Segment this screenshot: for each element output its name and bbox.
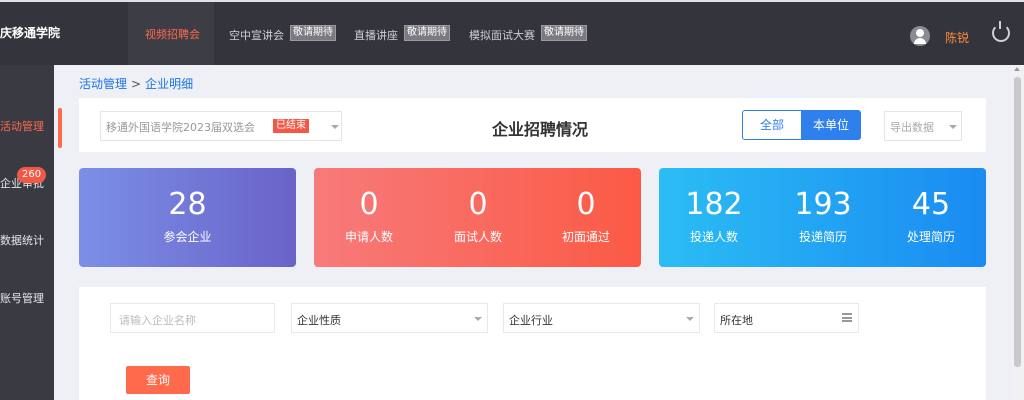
- nav-tab-video-recruitment[interactable]: 视频招聘会: [128, 2, 214, 65]
- company-nature-value: 企业性质: [297, 314, 341, 327]
- company-industry-value: 企业行业: [509, 314, 553, 327]
- stat-label: 申请人数: [344, 230, 393, 244]
- stat-item: 182 投递人数: [669, 188, 759, 245]
- stat-label: 投递人数: [689, 230, 738, 244]
- stat-card-interviews: 0 申请人数 0 面试人数 0 初面通过: [314, 168, 641, 267]
- chevron-down-icon: [686, 317, 694, 321]
- username[interactable]: 陈锐: [945, 29, 969, 46]
- nav-tab-label: 视频招聘会: [145, 28, 200, 41]
- chevron-down-icon: [474, 317, 482, 321]
- query-button[interactable]: 查询: [126, 366, 190, 394]
- stat-card-companies: 28 参会企业: [79, 168, 296, 267]
- scope-unit-button[interactable]: 本单位: [801, 110, 861, 140]
- location-value: 所在地: [720, 314, 753, 327]
- stat-item: 0 面试人数: [433, 188, 523, 245]
- export-select[interactable]: 导出数据: [884, 111, 962, 141]
- breadcrumb: 活动管理 > 企业明细: [79, 75, 193, 92]
- stat-value: 193: [794, 187, 852, 222]
- scrollbar[interactable]: [1011, 65, 1024, 400]
- stat-value: 0: [576, 187, 596, 222]
- stat-value: 0: [359, 187, 379, 222]
- coming-soon-badge: 敬请期待: [541, 25, 587, 41]
- company-industry-select[interactable]: 企业行业: [503, 303, 700, 333]
- stat-label: 参会企业: [163, 230, 212, 244]
- nav-tab-air-presentation[interactable]: 空中宣讲会: [229, 27, 284, 43]
- stat-label: 面试人数: [453, 230, 502, 244]
- stat-item: 193 投递简历: [778, 188, 868, 245]
- breadcrumb-current: 企业明细: [145, 77, 194, 91]
- scrollbar-thumb[interactable]: [1014, 77, 1021, 367]
- sidebar-active-indicator: [58, 108, 62, 148]
- stat-value: 45: [911, 187, 951, 222]
- stat-item: 0 申请人数: [324, 188, 414, 245]
- stat-card-resumes: 182 投递人数 193 投递简历 45 处理简历: [659, 168, 986, 267]
- list-icon: [842, 313, 852, 322]
- coming-soon-badge: 敬请期待: [404, 25, 450, 41]
- stat-item: 0 初面通过: [541, 188, 631, 245]
- breadcrumb-parent[interactable]: 活动管理: [79, 77, 127, 91]
- chevron-down-icon: [331, 125, 339, 129]
- stat-value: 0: [468, 187, 488, 222]
- sidebar-item-statistics[interactable]: 数据统计: [0, 221, 54, 261]
- sidebar-item-activity[interactable]: 活动管理: [0, 107, 54, 147]
- stat-label: 初面通过: [561, 230, 610, 244]
- nav-tab-live-lecture[interactable]: 直播讲座: [354, 27, 398, 43]
- stat-label: 投递简历: [798, 230, 847, 244]
- stat-value: 28: [168, 187, 207, 222]
- app-title: 庆移通学院: [0, 26, 61, 40]
- status-badge: 已结束: [273, 119, 309, 133]
- sidebar-item-account[interactable]: 账号管理: [0, 279, 54, 319]
- page-title: 企业招聘情况: [492, 120, 589, 139]
- chevron-down-icon: [949, 125, 957, 129]
- event-select-value: 移通外国语学院2023届双选会: [106, 121, 255, 134]
- avatar-icon[interactable]: [910, 26, 930, 46]
- company-name-input[interactable]: 请输入企业名称: [110, 303, 275, 333]
- stat-item: 45 处理简历: [886, 188, 976, 245]
- notification-count-badge: 260: [17, 167, 47, 183]
- nav-tab-mock-interview[interactable]: 模拟面试大赛: [469, 27, 535, 43]
- stat-label: 处理简历: [906, 230, 955, 244]
- power-icon[interactable]: [992, 21, 1010, 42]
- stat-item: 28 参会企业: [79, 188, 296, 245]
- scroll-up-arrow-icon[interactable]: [1014, 67, 1020, 71]
- location-select[interactable]: 所在地: [714, 303, 859, 333]
- company-nature-select[interactable]: 企业性质: [291, 303, 488, 333]
- breadcrumb-separator: >: [131, 77, 142, 91]
- top-navigation-bar: 庆移通学院 视频招聘会 空中宣讲会 敬请期待 直播讲座 敬请期待 模拟面试大赛 …: [0, 2, 1024, 65]
- coming-soon-badge: 敬请期待: [290, 25, 336, 41]
- stat-value: 182: [685, 187, 743, 222]
- export-label: 导出数据: [890, 121, 934, 134]
- scope-all-button[interactable]: 全部: [742, 110, 802, 140]
- event-select[interactable]: 移通外国语学院2023届双选会 已结束: [100, 111, 342, 141]
- company-name-placeholder: 请输入企业名称: [119, 314, 196, 327]
